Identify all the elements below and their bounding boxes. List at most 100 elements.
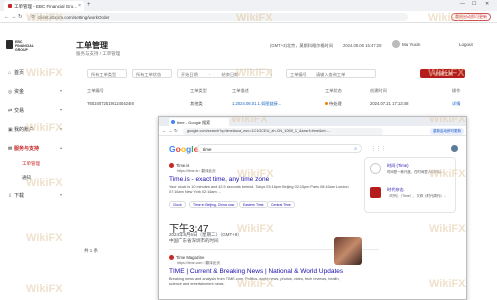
watermark: WikiFX: [26, 232, 63, 244]
search-input[interactable]: 请输入查询工单: [316, 72, 345, 77]
result-thumbnail[interactable]: [334, 237, 362, 265]
table-header: 工单描述: [232, 88, 249, 93]
apps-grid-icon[interactable]: ⋮⋮⋮: [371, 146, 386, 152]
popup-tab-bar: time - Google 搜索: [159, 117, 466, 126]
user-name[interactable]: Mu Yuxin: [402, 42, 420, 47]
watermark: WikiFX: [428, 12, 465, 24]
datetime-text: 2024.08.06 15:47:29: [343, 43, 382, 48]
table-cell-desc[interactable]: 1.2024.08.01.1.如图链接...: [232, 101, 281, 107]
watermark: WikiFX: [26, 67, 63, 79]
sidebar-sub-workorder[interactable]: 工单管理: [22, 161, 40, 167]
minimize-icon[interactable]: —: [460, 1, 465, 7]
watermark: WikiFX: [429, 168, 466, 180]
sidebar-item-trade[interactable]: ⇄ 交易: [8, 107, 24, 114]
watermark: WikiFX: [26, 177, 63, 189]
search-query: time: [203, 146, 212, 152]
result-site[interactable]: Time.is: [169, 163, 190, 169]
back-icon[interactable]: ←: [4, 14, 10, 20]
sidebar-item-label: 下载: [14, 193, 25, 199]
favicon-icon: [8, 4, 12, 8]
logo-text: EBC FINANCIAL GROUP: [15, 40, 34, 52]
watermark: WikiFX: [237, 168, 274, 180]
table-cell-status: 待处理: [325, 101, 342, 107]
close-window-icon[interactable]: ✕: [485, 1, 489, 7]
watermark: WikiFX: [236, 12, 273, 24]
reload-icon[interactable]: ↻: [174, 128, 178, 134]
chip-central[interactable]: Central Time: [267, 201, 295, 208]
sidebar-item-home[interactable]: ⌂ 首页: [8, 69, 24, 76]
maximize-icon[interactable]: ☐: [472, 1, 476, 7]
watermark: WikiFX: [26, 283, 63, 295]
avatar[interactable]: [392, 40, 400, 48]
logout-link[interactable]: Logout: [459, 42, 473, 47]
popup-tab-title: time - Google 搜索: [177, 119, 211, 125]
result-title[interactable]: TIME | Current & Breaking News | Nationa…: [169, 268, 343, 275]
google-logo[interactable]: Google: [169, 144, 198, 154]
table-header: 工单状态: [325, 88, 342, 93]
watermark: WikiFX: [429, 223, 466, 235]
watermark: WikiFX: [231, 116, 268, 125]
table-cell-created: 2024.07.21 17:13:48: [370, 101, 409, 106]
new-tab-icon[interactable]: +: [87, 2, 91, 8]
current-place: 中国广东省深圳市的时间: [169, 238, 219, 243]
popup-update-button[interactable]: 重新启动即可更新: [430, 127, 464, 135]
table-header: 操作: [452, 88, 461, 93]
popup-tab[interactable]: time - Google 搜索: [169, 118, 229, 126]
result-site-name: Time Magazine: [176, 255, 205, 260]
watermark: WikiFX: [236, 67, 273, 79]
result-url[interactable]: https://time.is › 翻译此页: [177, 169, 216, 174]
avatar[interactable]: [451, 145, 458, 152]
detail-link[interactable]: 详情: [452, 101, 460, 107]
page-title: 工单管理: [76, 41, 108, 50]
chip-eastern[interactable]: Eastern Time: [239, 201, 268, 208]
type-select[interactable]: 所有工单类型: [87, 69, 127, 78]
status-dot-icon: [325, 102, 328, 105]
table-header: 工单类型: [190, 88, 207, 93]
sidebar-item-label: 服务与支持: [14, 146, 40, 152]
browser-tab[interactable]: 工单管理 - EBC Financial Gro... ×: [4, 1, 84, 11]
chevron-down-icon: ▾: [60, 107, 63, 112]
result-url[interactable]: https://time.com › 翻译此页: [177, 261, 220, 266]
reload-icon[interactable]: ↻: [18, 14, 23, 20]
date-separator: -: [208, 71, 211, 77]
clock-icon: [370, 163, 381, 174]
sidebar-item-support[interactable]: ✉ 服务与支持: [8, 145, 39, 152]
watermark: WikiFX: [429, 116, 466, 125]
watermark: WikiFX: [26, 122, 63, 134]
google-popup-window: time - Google 搜索 ← → ↻ google.com/search…: [158, 116, 467, 300]
back-icon[interactable]: ←: [162, 128, 167, 133]
google-search-input[interactable]: time ⌕: [197, 144, 362, 153]
sidebar-item-label: 资金: [14, 89, 25, 95]
forward-icon[interactable]: →: [11, 14, 17, 20]
status-select[interactable]: 所有工单状态: [132, 69, 172, 78]
logo-icon: [6, 40, 13, 49]
site-favicon-icon: [169, 255, 174, 261]
forward-icon[interactable]: →: [168, 128, 173, 133]
breadcrumb: 服务与支持 / 工单管理: [76, 51, 121, 56]
chevron-down-icon: ▾: [60, 192, 63, 197]
table-cell-type: 其他类: [190, 101, 203, 106]
popup-url-field[interactable]: google.com/search?q=time&sca_esv=1C1GCEU…: [183, 127, 383, 135]
search-icon[interactable]: ⌕: [354, 146, 357, 152]
watermark: WikiFX: [428, 67, 465, 79]
tab-close-icon[interactable]: ×: [78, 3, 81, 9]
result-site[interactable]: Time Magazine: [169, 255, 205, 261]
watermark: WikiFX: [237, 278, 274, 290]
sidebar-item-label: 首页: [14, 70, 25, 76]
status-text: 待处理: [329, 101, 342, 106]
browser-tab-bar: 工单管理 - EBC Financial Gro... × + — ☐ ✕: [0, 0, 497, 11]
panel-item-magazine-desc: （时代）（Time），又称《时代周刊》...: [387, 194, 447, 198]
chevron-down-icon: ▾: [60, 88, 63, 93]
chip-beijing[interactable]: Time in Beijing, China now: [189, 201, 239, 208]
chip-clock[interactable]: Clock: [169, 201, 186, 208]
result-site-name: Time.is: [176, 163, 190, 168]
knowledge-panel: 时间 (Time) 时间是一种尺度，在时间里人们可以... 时代杂志 （时代）（…: [364, 157, 456, 213]
sidebar-item-download[interactable]: ⇩ 下载: [8, 192, 24, 199]
search-field-select[interactable]: 工单编号: [290, 72, 307, 77]
url-field[interactable]: ⚙ client.ebcxm.com/setting/workOrder: [28, 13, 408, 21]
search-group[interactable]: 工单编号 请输入查询工单: [286, 69, 376, 78]
sidebar-item-funds[interactable]: ◎ 资金: [8, 88, 24, 95]
table-header: 工单编号: [87, 88, 104, 93]
total-count: 共 1 条: [84, 248, 99, 253]
start-date-field[interactable]: 开始日期: [181, 72, 198, 77]
